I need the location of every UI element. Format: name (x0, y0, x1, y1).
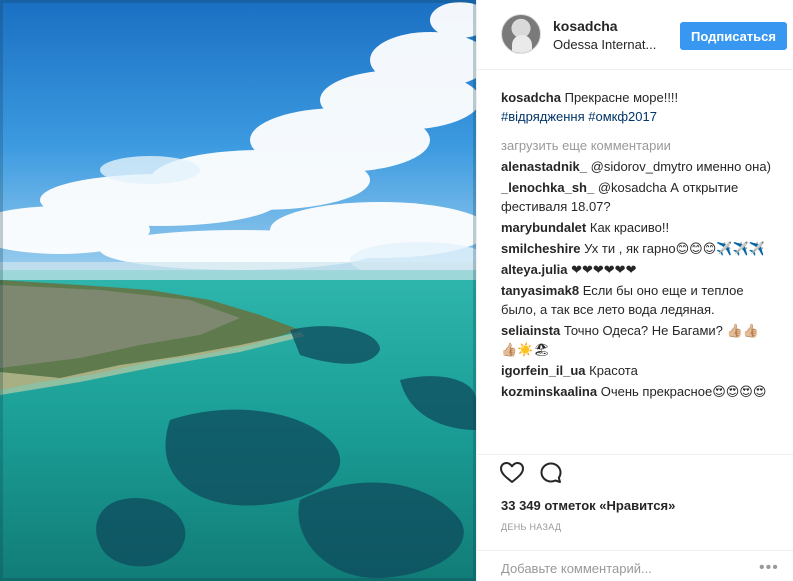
post-timestamp: день назад (501, 522, 562, 532)
comment-username[interactable]: kozminskaalina (501, 384, 597, 399)
comment-username[interactable]: marybundalet (501, 220, 586, 235)
comment-item: kozminskaalina Очень прекрасное😍😍😍😍 (501, 382, 771, 401)
comment-item: seliainsta Точно Одеса? Не Багами? 👍🏼👍🏼👍… (501, 321, 771, 359)
heart-icon[interactable] (499, 460, 525, 486)
post-view: kosadcha Odessa Internat... Подписаться … (0, 0, 793, 581)
comment-text: Как красиво!! (589, 220, 670, 235)
comment-username[interactable]: smilcheshire (501, 241, 581, 256)
comment-text: @sidorov_dmytro именно она) (590, 159, 771, 174)
comment-item: marybundalet Как красиво!! (501, 218, 771, 237)
caption-hashtags[interactable]: #відрядження #омкф2017 (501, 109, 657, 124)
add-comment-input[interactable] (501, 561, 731, 576)
avatar[interactable] (501, 14, 541, 54)
actions-divider (477, 454, 793, 455)
author-username[interactable]: kosadcha (553, 18, 618, 34)
comment-username[interactable]: igorfein_il_ua (501, 363, 586, 378)
comment-username[interactable]: tanyasimak8 (501, 283, 579, 298)
add-comment-bar: ••• (477, 550, 793, 581)
comment-item: alenastadnik_ @sidorov_dmytro именно она… (501, 157, 771, 176)
comment-text: ❤❤❤❤❤❤ (571, 262, 637, 277)
comment-username[interactable]: alenastadnik_ (501, 159, 587, 174)
more-options-icon[interactable]: ••• (759, 559, 779, 577)
post-sidebar: kosadcha Odessa Internat... Подписаться … (476, 0, 793, 581)
comment-username[interactable]: _lenochka_sh_ (501, 180, 594, 195)
comment-text: Красота (589, 363, 638, 378)
aerial-sea-image (0, 0, 476, 581)
comment-username[interactable]: alteya.julia (501, 262, 567, 277)
post-photo[interactable] (0, 0, 476, 581)
comments-list: kosadcha Прекрасне море!!!! #відрядження… (501, 88, 771, 403)
comment-item: smilcheshire Ух ти , як гарно😊😊😊✈️✈️✈️ (501, 239, 771, 258)
load-more-comments-button[interactable]: загрузить еще комментарии (501, 136, 771, 155)
comment-text: Очень прекрасное😍😍😍😍 (600, 384, 767, 399)
likes-count[interactable]: 33 349 отметок «Нравится» (501, 498, 675, 513)
comment-icon[interactable] (539, 461, 563, 485)
comment-item: tanyasimak8 Если бы оно еще и теплое был… (501, 281, 771, 319)
post-header: kosadcha Odessa Internat... Подписаться (477, 0, 793, 70)
comment-item: _lenochka_sh_ @kosadcha А открытие фести… (501, 178, 771, 216)
location-link[interactable]: Odessa Internat... (553, 37, 673, 52)
comment-username[interactable]: seliainsta (501, 323, 560, 338)
follow-button[interactable]: Подписаться (680, 22, 787, 50)
comment-item: igorfein_il_ua Красота (501, 361, 771, 380)
comment-text: Ух ти , як гарно😊😊😊✈️✈️✈️ (584, 241, 765, 256)
comment-item: alteya.julia ❤❤❤❤❤❤ (501, 260, 771, 279)
caption-username[interactable]: kosadcha (501, 90, 561, 105)
caption: kosadcha Прекрасне море!!!! #відрядження… (501, 88, 771, 126)
caption-text: Прекрасне море!!!! (564, 90, 679, 105)
